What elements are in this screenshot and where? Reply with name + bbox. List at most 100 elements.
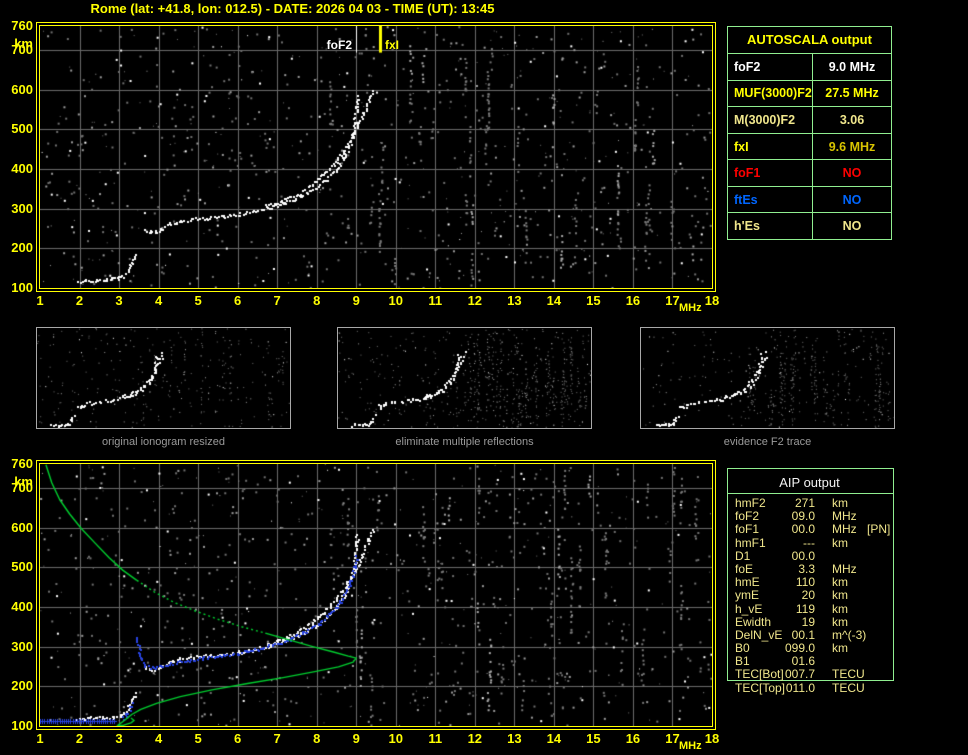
thumbnail-reflections-canvas — [338, 328, 591, 428]
aip-row-unit: km — [832, 535, 848, 550]
table-row-value: NO — [842, 192, 862, 207]
x-axis-tick-label: 11 — [428, 293, 443, 308]
x-axis-tick-label: 4 — [154, 731, 163, 746]
x-axis-tick-label: 7 — [273, 293, 281, 308]
aip-row-value: 271 — [794, 496, 815, 510]
x-axis-tick-label: 8 — [313, 731, 321, 746]
y-axis-tick-label: 500 — [11, 559, 33, 575]
x-axis-tick-label: 3 — [115, 293, 123, 308]
thumbnail-caption-f2: evidence F2 trace — [723, 436, 812, 448]
x-axis-unit-label: MHz — [679, 302, 702, 314]
y-axis-tick-label: 200 — [11, 678, 33, 694]
aip-row-value: 20 — [801, 588, 815, 603]
y-axis-tick-label: 600 — [11, 81, 33, 97]
fof2-marker-label: foF2 — [326, 38, 352, 52]
table-row-label: M(3000)F2 — [728, 107, 813, 133]
x-axis-tick-label: 9 — [352, 731, 360, 746]
x-axis-tick-label: 7 — [273, 731, 281, 746]
fxi-marker-label: fxI — [385, 38, 400, 52]
table-row: Ewidth 19 km — [727, 614, 905, 629]
aip-row-value: 01.6 — [791, 654, 815, 669]
aip-row-value: 011.0 — [785, 680, 815, 695]
table-row: TEC[Bot] 007.7 TECU — [727, 668, 905, 681]
aip-row-label: B1 — [735, 654, 750, 669]
aip-header-divider — [727, 493, 893, 494]
aip-row-unit: km — [832, 496, 848, 510]
table-row-label: foF2 — [728, 54, 813, 80]
aip-row-value: 00.0 — [791, 548, 815, 563]
thumbnail-multiple-reflections — [337, 327, 592, 429]
aip-row-label: hmE — [735, 575, 760, 590]
y-axis-tick-label: 200 — [11, 240, 33, 256]
aip-row-value: 09.0 — [791, 509, 815, 524]
aip-row-unit: m^(-3) — [832, 627, 867, 642]
aip-row-unit: km — [832, 614, 848, 629]
x-axis-tick-label: 14 — [546, 293, 562, 308]
x-axis-tick-label: 15 — [586, 293, 601, 308]
table-row-label: ftEs — [728, 186, 813, 213]
x-axis-tick-label: 8 — [313, 293, 321, 308]
y-axis-unit-label: km — [14, 36, 33, 51]
aip-row-unit: MHz — [832, 522, 857, 537]
top-ionogram-frame — [36, 22, 716, 292]
y-axis-tick-label: 400 — [11, 160, 33, 176]
aip-row-unit: MHz — [832, 561, 857, 576]
table-row-value: 9.6 MHz — [828, 139, 876, 154]
x-axis-tick-label: 12 — [467, 293, 483, 308]
table-row: foF1 NO — [728, 160, 891, 187]
aip-row-unit: km — [832, 575, 848, 590]
table-row-value: NO — [842, 166, 862, 181]
x-axis-tick-label: 1 — [36, 731, 44, 746]
aip-row-value: 110 — [795, 575, 815, 590]
bottom-ionogram-canvas — [40, 464, 712, 726]
thumbnail-original-ionogram — [36, 327, 291, 429]
x-axis-tick-label: 11 — [428, 731, 443, 746]
aip-table-header: AIP output — [779, 475, 840, 490]
x-axis-tick-label: 10 — [388, 293, 403, 308]
table-row-label: foF1 — [728, 160, 813, 186]
aip-row-value: 3.3 — [798, 561, 815, 576]
aip-row-label: B0 — [735, 641, 750, 656]
table-row-label: MUF(3000)F2 — [728, 80, 813, 107]
x-axis-tick-label: 18 — [704, 293, 720, 308]
thumbnail-f2-trace — [640, 327, 895, 429]
top-ionogram-axes — [39, 25, 713, 289]
table-row-value: 3.06 — [839, 112, 865, 127]
aip-row-value: 00.0 — [791, 522, 815, 537]
y-axis-tick-label: 600 — [11, 519, 33, 535]
thumbnail-original-canvas — [37, 328, 290, 428]
top-ionogram-canvas — [40, 26, 712, 288]
x-axis-tick-label: 10 — [388, 731, 403, 746]
x-axis-tick-label: 16 — [625, 731, 641, 746]
aip-row-unit: MHz — [832, 509, 857, 524]
table-row: M(3000)F2 3.06 — [728, 107, 891, 134]
y-axis-tick-label: 300 — [11, 200, 33, 216]
aip-row-label: ymE — [735, 588, 759, 603]
x-axis-tick-label: 3 — [115, 731, 123, 746]
table-row-value: 27.5 MHz — [825, 86, 879, 101]
y-axis-tick-label: 760 — [11, 18, 33, 33]
station-date-time-title: Rome (lat: +41.8, lon: 012.5) - DATE: 20… — [90, 1, 495, 16]
bottom-ionogram-axes — [39, 463, 713, 727]
x-axis-tick-label: 9 — [352, 293, 360, 308]
aip-row-unit: TECU — [832, 680, 865, 695]
y-axis-unit-label: km — [14, 474, 33, 489]
aip-row-unit: TECU — [832, 667, 865, 682]
table-row: foF1 00.0 MHz [PN] — [727, 523, 905, 536]
x-axis-tick-label: 5 — [194, 731, 202, 746]
table-row: foF2 9.0 MHz — [728, 54, 891, 81]
table-row-value: NO — [842, 219, 862, 234]
bottom-ionogram-frame — [36, 460, 716, 730]
y-axis-tick-label: 760 — [11, 456, 33, 471]
aip-row-unit: km — [832, 588, 848, 603]
x-axis-tick-label: 4 — [154, 293, 163, 308]
aip-row-unit: km — [832, 641, 848, 656]
aip-row-value: 099.0 — [784, 641, 815, 656]
aip-row-note: [PN] — [867, 522, 891, 537]
aip-row-label: foF2 — [735, 509, 760, 524]
aip-row-label: D1 — [735, 548, 751, 563]
table-row: DelN_vE 00.1 m^(-3) — [727, 627, 905, 642]
table-row: B0 099.0 km — [727, 642, 905, 655]
x-axis-tick-label: 6 — [234, 293, 242, 308]
table-row: ftEs NO — [728, 186, 891, 214]
